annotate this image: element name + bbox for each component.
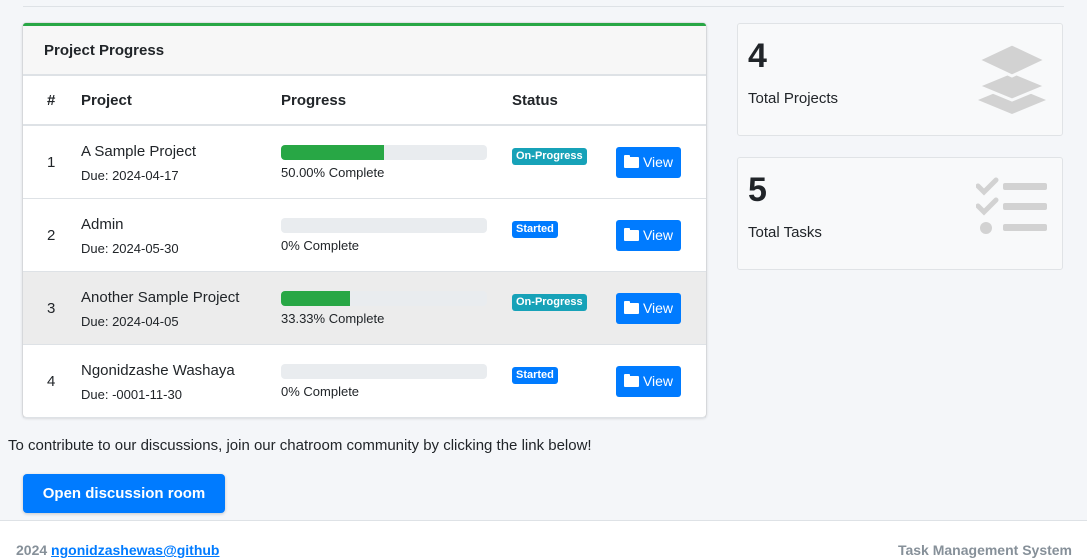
action-cell: View	[616, 198, 706, 272]
table-row: 2 Admin Due: 2024-05-30 0% Complete Star…	[23, 198, 706, 272]
project-name: Another Sample Project	[81, 289, 240, 306]
folder-icon	[623, 228, 639, 241]
progress-cell: 50.00% Complete	[281, 125, 512, 199]
folder-icon	[623, 301, 639, 314]
folder-icon	[623, 374, 639, 387]
table-header-row: # Project Progress Status	[23, 76, 706, 126]
project-cell: A Sample Project Due: 2024-04-17	[81, 125, 281, 199]
table-row: 4 Ngonidzashe Washaya Due: -0001-11-30 0…	[23, 344, 706, 418]
column-header-number: #	[23, 76, 81, 126]
project-cell: Ngonidzashe Washaya Due: -0001-11-30	[81, 344, 281, 418]
view-button-label: View	[642, 300, 674, 316]
table-row: 1 A Sample Project Due: 2024-04-17 50.00…	[23, 125, 706, 199]
row-number: 1	[23, 125, 81, 199]
project-table: # Project Progress Status 1 A Sample Pro…	[23, 76, 706, 418]
total-tasks-box: 5 Total Tasks	[737, 157, 1063, 270]
progress-cell: 0% Complete	[281, 198, 512, 272]
total-projects-value: 4	[748, 37, 767, 75]
project-due: Due: 2024-05-30	[81, 241, 179, 256]
status-cell: On-Progress	[512, 125, 616, 199]
tasks-list-icon	[975, 176, 1048, 243]
project-cell: Admin Due: 2024-05-30	[81, 198, 281, 272]
column-header-project: Project	[81, 76, 281, 126]
progress-text: 0% Complete	[281, 237, 360, 253]
view-button[interactable]: View	[616, 146, 681, 178]
progress-text: 33.33% Complete	[281, 310, 385, 326]
row-number: 3	[23, 271, 81, 345]
project-name: Ngonidzashe Washaya	[81, 362, 235, 379]
footer: 2024 ngonidzashewas@github Task Manageme…	[0, 520, 1087, 559]
progress-bar-fill	[281, 290, 350, 306]
action-cell: View	[616, 125, 706, 199]
view-button[interactable]: View	[616, 292, 681, 324]
progress-bar	[281, 217, 487, 233]
view-button[interactable]: View	[616, 219, 681, 251]
row-number: 2	[23, 198, 81, 272]
status-cell: Started	[512, 344, 616, 418]
view-button-label: View	[642, 154, 674, 170]
status-badge: On-Progress	[512, 147, 587, 165]
table-row: 3 Another Sample Project Due: 2024-04-05…	[23, 271, 706, 345]
project-name: Admin	[81, 216, 124, 233]
contribute-text: To contribute to our discussions, join o…	[8, 437, 592, 454]
status-badge: Started	[512, 366, 558, 384]
project-due: Due: 2024-04-05	[81, 314, 179, 329]
project-due: Due: 2024-04-17	[81, 168, 179, 183]
column-header-status: Status	[512, 76, 616, 126]
progress-bar	[281, 144, 487, 160]
progress-cell: 0% Complete	[281, 344, 512, 418]
view-button-label: View	[642, 373, 674, 389]
top-divider	[23, 6, 1064, 7]
progress-cell: 33.33% Complete	[281, 271, 512, 345]
total-projects-box: 4 Total Projects	[737, 23, 1063, 136]
status-badge: On-Progress	[512, 293, 587, 311]
project-due: Due: -0001-11-30	[81, 387, 182, 402]
status-cell: Started	[512, 198, 616, 272]
view-button[interactable]: View	[616, 365, 681, 397]
action-cell: View	[616, 344, 706, 418]
project-progress-card: Project Progress # Project Progress Stat…	[23, 23, 706, 418]
project-cell: Another Sample Project Due: 2024-04-05	[81, 271, 281, 345]
open-discussion-button[interactable]: Open discussion room	[23, 474, 225, 513]
layers-icon	[974, 42, 1050, 119]
total-tasks-label: Total Tasks	[748, 224, 822, 241]
card-title: Project Progress	[23, 26, 706, 76]
row-number: 4	[23, 344, 81, 418]
footer-year: 2024	[16, 542, 48, 558]
total-projects-label: Total Projects	[748, 90, 839, 107]
status-badge: Started	[512, 220, 558, 238]
progress-text: 50.00% Complete	[281, 164, 385, 180]
view-button-label: View	[642, 227, 674, 243]
action-cell: View	[616, 271, 706, 345]
progress-text: 0% Complete	[281, 383, 360, 399]
progress-bar	[281, 290, 487, 306]
project-name: A Sample Project	[81, 143, 197, 160]
progress-bar-fill	[281, 144, 384, 160]
footer-app-name: Task Management System	[897, 542, 1072, 558]
folder-icon	[623, 155, 639, 168]
progress-bar	[281, 363, 487, 379]
status-cell: On-Progress	[512, 271, 616, 345]
footer-github-link[interactable]: ngonidzashewas@github	[51, 542, 219, 558]
footer-copyright: 2024 ngonidzashewas@github	[16, 542, 219, 558]
column-header-action	[616, 76, 706, 126]
column-header-progress: Progress	[281, 76, 512, 126]
total-tasks-value: 5	[748, 171, 767, 209]
